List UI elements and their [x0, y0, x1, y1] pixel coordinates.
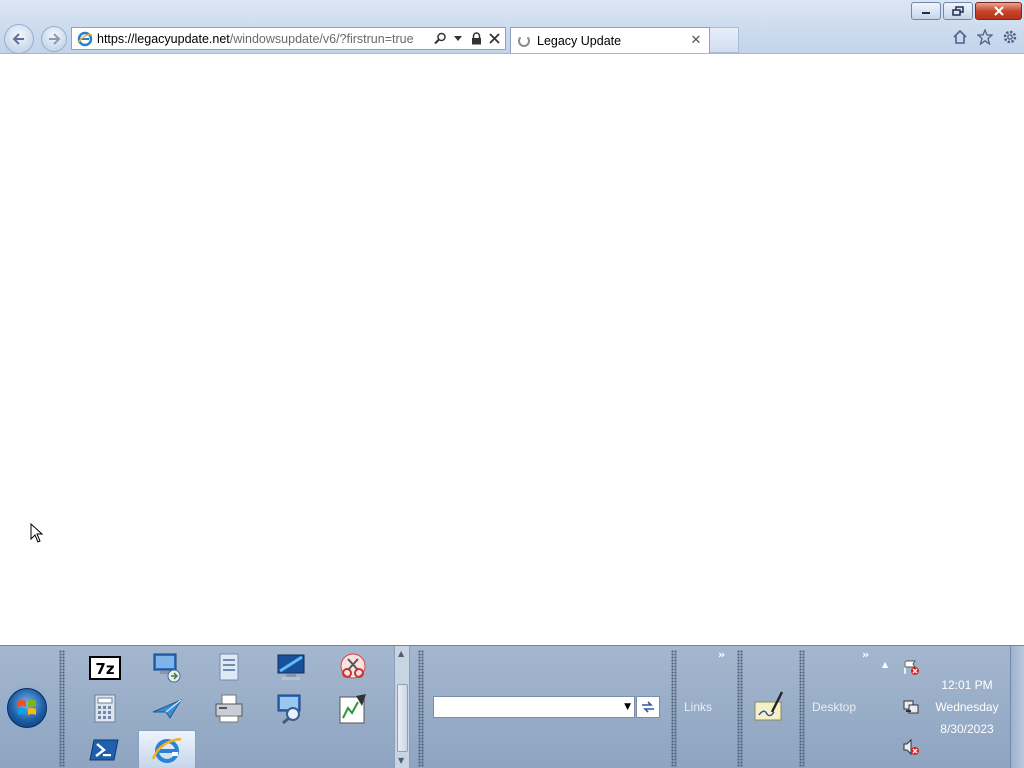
- 7zip-icon[interactable]: 7z: [76, 648, 134, 687]
- tab-legacy-update[interactable]: Legacy Update ✕: [510, 27, 710, 53]
- desktop-chevron-icon[interactable]: »: [862, 648, 869, 661]
- search-icon[interactable]: [433, 32, 447, 46]
- scroll-up-icon[interactable]: ▲: [398, 649, 404, 658]
- favorites-star-icon[interactable]: [976, 28, 993, 45]
- tab-title: Legacy Update: [537, 33, 622, 48]
- action-center-flag-icon[interactable]: [902, 658, 920, 676]
- forward-arrow-icon: [49, 33, 61, 45]
- home-icon[interactable]: [951, 28, 968, 45]
- restore-button[interactable]: [943, 2, 973, 20]
- address-go-button[interactable]: [636, 696, 660, 718]
- search-computer-icon[interactable]: [262, 689, 320, 728]
- clock-date[interactable]: 8/30/2023: [922, 722, 1012, 736]
- fax-printer-icon[interactable]: [200, 689, 258, 728]
- internet-explorer-icon[interactable]: [138, 730, 196, 768]
- windows-logo-icon: [18, 700, 36, 715]
- svg-text:7z: 7z: [95, 660, 114, 678]
- remote-desktop-icon[interactable]: [138, 648, 196, 687]
- monitor-icon[interactable]: [262, 648, 320, 687]
- toolbar-grip[interactable]: [737, 650, 743, 767]
- signature-pen-icon[interactable]: [752, 690, 786, 724]
- toolbar-grip[interactable]: [799, 650, 805, 767]
- loading-spinner-icon: [518, 34, 530, 47]
- scroll-down-icon[interactable]: ▼: [398, 756, 404, 765]
- paper-plane-icon[interactable]: [138, 689, 196, 728]
- back-button[interactable]: [4, 24, 34, 54]
- go-arrows-icon: [642, 701, 654, 713]
- toolbar-grip[interactable]: [418, 650, 424, 767]
- desktop-toolbar-label[interactable]: Desktop: [812, 700, 856, 714]
- links-chevron-icon[interactable]: »: [718, 648, 725, 661]
- notepad-doc-icon[interactable]: [200, 648, 258, 687]
- dropdown-arrow-icon[interactable]: [451, 32, 465, 46]
- quick-launch-scrollbar[interactable]: ▲ ▼: [394, 646, 410, 768]
- toolbar-grip[interactable]: [671, 650, 677, 767]
- command-icons: [951, 28, 1018, 45]
- mouse-cursor-icon: [30, 523, 44, 543]
- address-bar[interactable]: https://legacyupdate.net/windowsupdate/v…: [71, 27, 506, 50]
- clock-time[interactable]: 12:01 PM: [922, 678, 1012, 692]
- network-icon[interactable]: [902, 698, 920, 716]
- taskbar-address-input[interactable]: ▼: [433, 696, 635, 718]
- stop-icon[interactable]: [487, 32, 501, 46]
- minimize-button[interactable]: [911, 2, 941, 20]
- snipping-tool-icon[interactable]: [324, 648, 382, 687]
- tools-gear-icon[interactable]: [1001, 28, 1018, 45]
- window-controls: [911, 2, 1022, 20]
- volume-muted-icon[interactable]: [902, 738, 920, 756]
- toolbar-grip[interactable]: [59, 650, 65, 767]
- quick-launch-toolbar: 7z: [74, 648, 384, 768]
- browser-chrome: https://legacyupdate.net/windowsupdate/v…: [0, 0, 1024, 54]
- address-url[interactable]: https://legacyupdate.net/windowsupdate/v…: [97, 32, 433, 46]
- show-hidden-icons-arrow-icon[interactable]: ▲: [882, 660, 888, 669]
- chart-icon[interactable]: [324, 689, 382, 728]
- powershell-icon[interactable]: [76, 730, 134, 768]
- new-tab-button[interactable]: [710, 27, 739, 53]
- lock-icon[interactable]: [469, 32, 483, 46]
- start-button[interactable]: [7, 688, 47, 728]
- clock-day[interactable]: Wednesday: [922, 700, 1012, 714]
- links-toolbar-label[interactable]: Links: [684, 700, 712, 714]
- tab-close-icon[interactable]: ✕: [689, 33, 703, 48]
- taskbar: 7z ▲ ▼ ▼ Links » Desktop » ▲ 12:01 PM We…: [0, 645, 1024, 768]
- scroll-thumb[interactable]: [397, 684, 408, 752]
- back-arrow-icon: [12, 33, 24, 45]
- address-dropdown-icon[interactable]: ▼: [624, 702, 631, 712]
- show-desktop-button[interactable]: [1010, 646, 1024, 768]
- address-tools: [433, 32, 501, 46]
- page-content: [0, 55, 1024, 645]
- forward-button[interactable]: [41, 26, 67, 52]
- ie-favicon-icon: [75, 29, 95, 49]
- calculator-icon[interactable]: [76, 689, 134, 728]
- close-button[interactable]: [975, 2, 1022, 20]
